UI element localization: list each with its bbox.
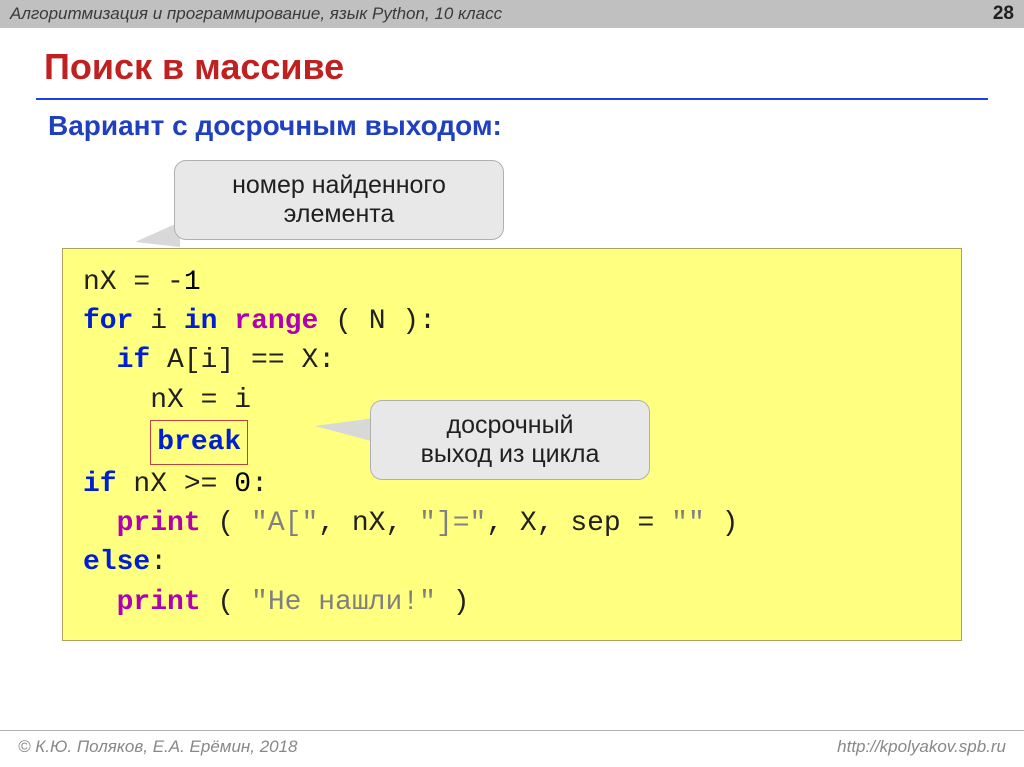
callout-tail (315, 418, 375, 442)
callout-text: выход из цикла (421, 440, 600, 468)
footer-url: http://kpolyakov.spb.ru (837, 737, 1006, 757)
callout-text: номер найденного (232, 171, 446, 199)
callout-text: элемента (284, 200, 395, 228)
subtitle: Вариант с досрочным выходом: (0, 100, 1024, 142)
page-number: 28 (993, 3, 1014, 25)
page-title: Поиск в массиве (0, 28, 1024, 98)
header-bar: Алгоритмизация и программирование, язык … (0, 0, 1024, 28)
callout-text: досрочный (446, 411, 573, 439)
callout-early-exit: досрочный выход из цикла (370, 400, 650, 480)
footer: © К.Ю. Поляков, Е.А. Ерёмин, 2018 http:/… (0, 730, 1024, 767)
break-keyword-box: break (150, 420, 248, 465)
copyright: © К.Ю. Поляков, Е.А. Ерёмин, 2018 (18, 737, 298, 757)
callout-found-index: номер найденного элемента (174, 160, 504, 240)
breadcrumb: Алгоритмизация и программирование, язык … (10, 4, 502, 24)
